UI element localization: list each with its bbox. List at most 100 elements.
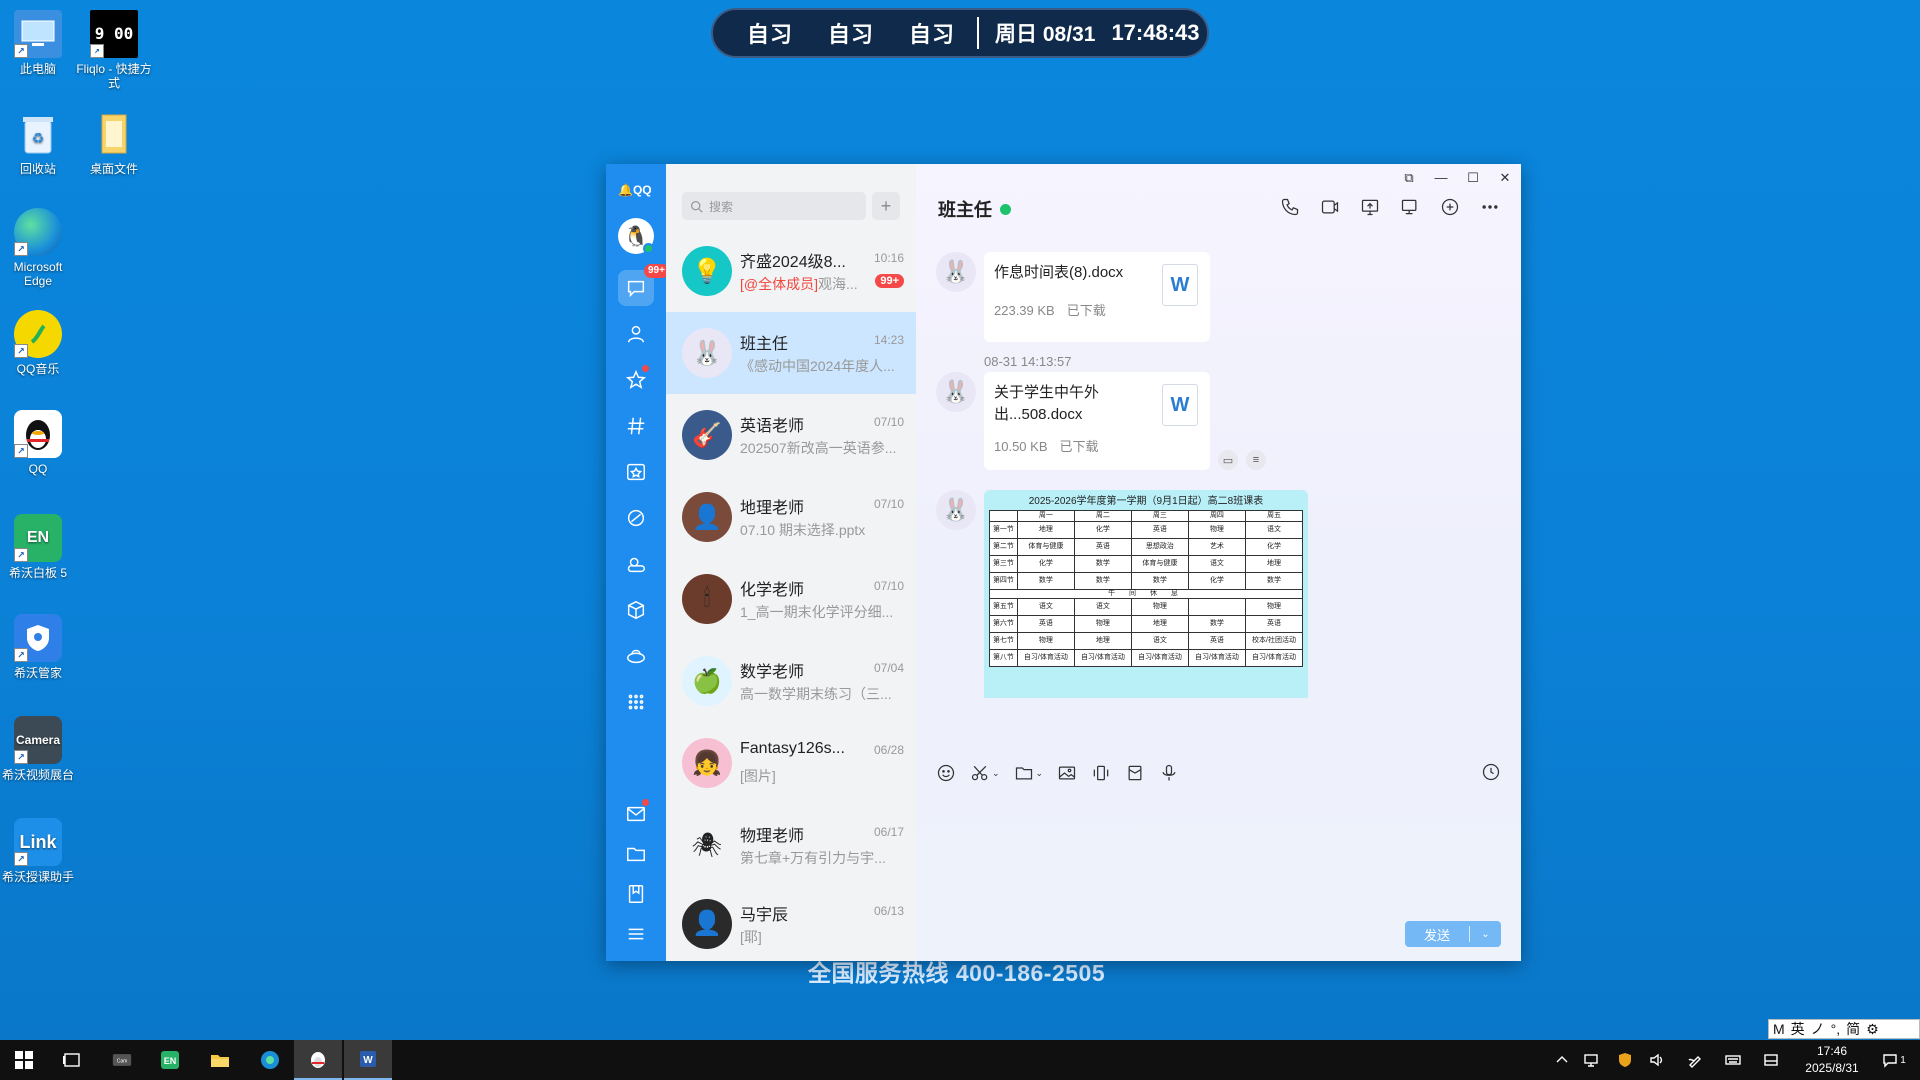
video-call-button[interactable] <box>1317 194 1343 220</box>
schedule-clock-bar: 自习 自习 自习 周日 08/31 17:48:43 <box>711 8 1209 58</box>
file-message[interactable]: 作息时间表(8).docx 223.39 KB 已下载 W <box>984 252 1210 342</box>
conversation-item[interactable]: 🐰 班主任 14:23 《感动中国2024年度人... <box>666 312 916 394</box>
file-status: 已下载 <box>1066 303 1106 318</box>
desktop-icon-qq-music[interactable]: ↗ QQ音乐 <box>0 310 76 376</box>
taskbar-camera-app[interactable]: Cam <box>98 1040 146 1080</box>
desktop-icon-seewo-manager[interactable]: ↗ 希沃管家 <box>0 614 76 680</box>
user-avatar[interactable]: 🐧 <box>618 218 654 254</box>
rail-menu[interactable] <box>618 916 654 952</box>
rail-channels[interactable] <box>618 408 654 444</box>
rail-docs[interactable] <box>618 592 654 628</box>
tray-keyboard[interactable] <box>1718 1040 1748 1080</box>
shield-icon <box>1619 1053 1631 1067</box>
more-options-icon[interactable]: ≡ <box>1246 450 1266 470</box>
close-button[interactable]: ✕ <box>1497 170 1513 186</box>
send-button[interactable]: 发送 <box>1405 925 1469 944</box>
contact-avatar: 🐰 <box>682 328 732 378</box>
start-button[interactable] <box>0 1040 48 1080</box>
chat-history-button[interactable] <box>1481 762 1501 787</box>
taskbar-edge[interactable] <box>246 1040 294 1080</box>
search-input[interactable]: 搜索 <box>682 192 866 220</box>
maximize-button[interactable]: ☐ <box>1465 170 1481 186</box>
red-packet-button[interactable] <box>1125 760 1145 786</box>
rail-more-apps[interactable] <box>618 684 654 720</box>
conversation-item[interactable]: 👤 地理老师 07/10 07.10 期末选择.pptx <box>666 476 916 558</box>
rail-messages[interactable]: 99+ <box>618 264 669 306</box>
desktop-icon-desktop-files[interactable]: 桌面文件 <box>76 110 152 176</box>
desktop-icon-fliqlo[interactable]: 9 00 ↗ Fliqlo - 快捷方式 <box>76 10 152 90</box>
rail-contacts[interactable] <box>618 316 654 352</box>
taskbar-word[interactable]: W <box>344 1040 392 1080</box>
send-options-dropdown[interactable]: ⌄ <box>1470 929 1501 940</box>
add-member-button[interactable] <box>1437 194 1463 220</box>
tray-overflow-button[interactable] <box>1550 1040 1574 1080</box>
ime-punctuation-toggle[interactable]: °, <box>1831 1021 1841 1037</box>
more-button[interactable] <box>1477 194 1503 220</box>
emoji-button[interactable] <box>936 760 956 786</box>
ime-simplified-toggle[interactable]: 简 <box>1846 1019 1860 1039</box>
desktop-icon-seewo-whiteboard[interactable]: EN ↗ 希沃白板 5 <box>0 514 76 580</box>
rail-bookmarks[interactable] <box>618 876 654 912</box>
desktop-icon-qq[interactable]: ↗ QQ <box>0 410 76 476</box>
tray-security[interactable] <box>1612 1040 1638 1080</box>
action-center-button[interactable]: 1 <box>1874 1040 1914 1080</box>
ime-moon-icon[interactable]: ノ <box>1811 1019 1825 1039</box>
rail-weather[interactable] <box>618 546 654 582</box>
screen-share-button[interactable] <box>1357 194 1383 220</box>
ime-mode-icon[interactable]: M <box>1773 1021 1785 1037</box>
sender-avatar[interactable]: 🐰 <box>936 490 976 530</box>
conversation-item[interactable]: 🕷 物理老师 06/17 第七章+万有引力与宇... <box>666 804 916 886</box>
conversation-name: 化学老师 <box>740 582 805 599</box>
contact-avatar: 👤 <box>682 898 732 949</box>
rail-mail[interactable] <box>618 796 654 832</box>
rail-favorites[interactable] <box>618 362 654 398</box>
send-file-button[interactable]: ⌄ <box>1014 760 1043 786</box>
ime-language-toggle[interactable]: 英 <box>1791 1019 1805 1039</box>
table-cell: 英语 <box>1244 615 1304 633</box>
taskbar-qq[interactable] <box>294 1040 342 1080</box>
ime-settings-icon[interactable]: ⚙ <box>1866 1021 1879 1038</box>
minimize-button[interactable]: — <box>1433 170 1449 186</box>
desktop-icon-this-pc[interactable]: ↗ 此电脑 <box>0 10 76 76</box>
conversation-time: 07/10 <box>873 415 904 429</box>
table-cell: 自习/体育活动 <box>1187 649 1246 667</box>
conversation-item[interactable]: 🍏 数学老师 07/04 高一数学期末练习（三... <box>666 640 916 722</box>
table-row: 第三节 化学 数学 体育与健康 语文 地理 <box>989 555 1304 573</box>
shake-button[interactable] <box>1091 760 1111 786</box>
conversation-item[interactable]: 💡 齐盛2024级8... 10:16 [@全体成员]观海... 99+ <box>666 230 916 312</box>
remote-assist-button[interactable] <box>1397 194 1423 220</box>
add-button[interactable]: + <box>872 192 900 220</box>
task-view-button[interactable] <box>48 1040 96 1080</box>
conversation-item[interactable]: 👤 马宇辰 06/13 [耶] <box>666 886 916 961</box>
open-folder-icon[interactable]: ▭ <box>1218 450 1238 470</box>
rail-files[interactable] <box>618 836 654 872</box>
pin-window-icon[interactable]: ⧉ <box>1401 170 1417 186</box>
tray-pen[interactable] <box>1682 1040 1708 1080</box>
table-cell: 化学 <box>1244 538 1304 556</box>
desktop-icon-recycle-bin[interactable]: ♻ 回收站 <box>0 110 76 176</box>
desktop-icon-seewo-camera[interactable]: Camera ↗ 希沃视频展台 <box>0 716 76 782</box>
rail-moments[interactable] <box>618 454 654 490</box>
desktop-icon-edge[interactable]: ↗ Microsoft Edge <box>0 208 76 288</box>
schedule-image-message[interactable]: 2025-2026学年度第一学期（9月1日起）高二8班课表 周一 周二 周三 周… <box>984 490 1308 698</box>
voice-message-button[interactable] <box>1159 760 1179 786</box>
sender-avatar[interactable]: 🐰 <box>936 372 976 412</box>
desktop-icon-seewo-link[interactable]: Link ↗ 希沃授课助手 <box>0 818 76 884</box>
chat-toolbar <box>1277 194 1503 220</box>
online-status-dot <box>1000 203 1011 215</box>
notification-dot <box>642 365 649 372</box>
rail-qzone[interactable] <box>618 500 654 536</box>
rail-games[interactable] <box>618 638 654 674</box>
file-message[interactable]: 关于学生中午外出...508.docx 10.50 KB 已下载 W <box>984 372 1210 470</box>
sender-avatar[interactable]: 🐰 <box>936 252 976 292</box>
conversation-item[interactable]: 👧 Fantasy126s... 06/28 [图片] <box>666 722 916 804</box>
voice-call-button[interactable] <box>1277 194 1303 220</box>
conversation-item[interactable]: 🎸 英语老师 07/10 202507新改高一英语参... <box>666 394 916 476</box>
tray-volume[interactable] <box>1644 1040 1670 1080</box>
taskbar-file-explorer[interactable] <box>196 1040 244 1080</box>
taskbar-whiteboard-app[interactable]: EN <box>146 1040 194 1080</box>
send-image-button[interactable] <box>1057 760 1077 786</box>
screenshot-button[interactable]: ⌄ <box>970 760 1000 786</box>
tray-network[interactable] <box>1578 1040 1604 1080</box>
conversation-item[interactable]: 🕯 化学老师 07/10 1_高一期末化学评分细... <box>666 558 916 640</box>
